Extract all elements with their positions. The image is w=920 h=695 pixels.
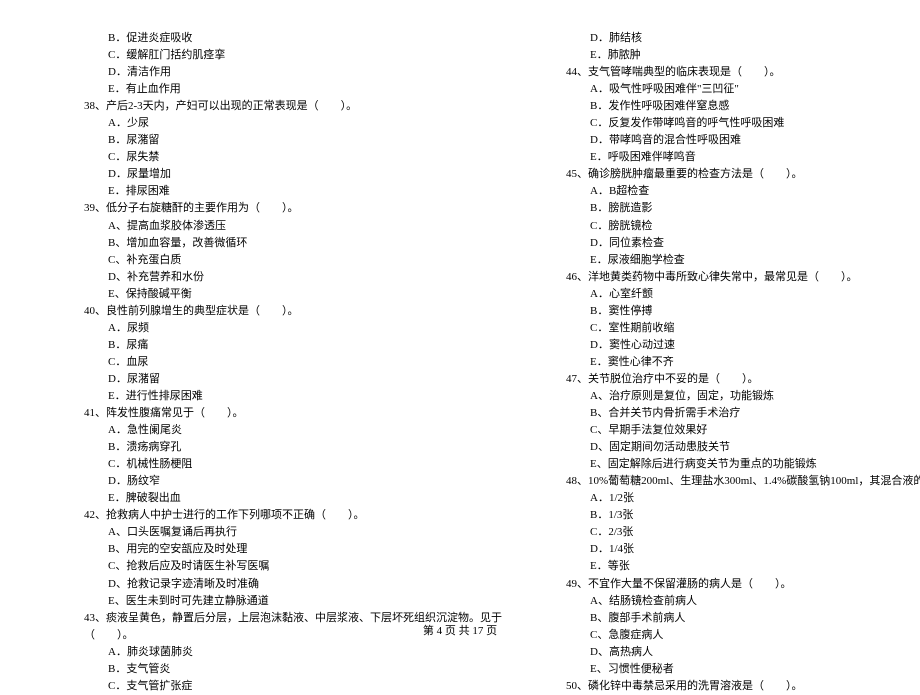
option: E．呼吸困难伴哮鸣音 — [542, 149, 920, 166]
option: E、习惯性便秘者 — [542, 661, 920, 678]
option: B．膀胱造影 — [542, 200, 920, 217]
question-50: 50、磷化锌中毒禁忌采用的洗胃溶液是（ ）。 — [542, 678, 920, 695]
option: C、抢救后应及时请医生补写医嘱 — [60, 558, 502, 575]
option: D．1/4张 — [542, 541, 920, 558]
option: A、口头医嘱复诵后再执行 — [60, 524, 502, 541]
option: B．1/3张 — [542, 507, 920, 524]
option: B．尿潴留 — [60, 132, 502, 149]
option: B．溃疡病穿孔 — [60, 439, 502, 456]
question-46: 46、洋地黄类药物中毒所致心律失常中，最常见是（ ）。 — [542, 269, 920, 286]
option: D．带哮鸣音的混合性呼吸困难 — [542, 132, 920, 149]
option: A．心室纤颤 — [542, 286, 920, 303]
option: D、抢救记录字迹清晰及时准确 — [60, 576, 502, 593]
option: C．支气管扩张症 — [60, 678, 502, 695]
option: C．室性期前收缩 — [542, 320, 920, 337]
option: C．2/3张 — [542, 524, 920, 541]
option: C．尿失禁 — [60, 149, 502, 166]
option: A．B超检查 — [542, 183, 920, 200]
left-column: B．促进炎症吸收 C．缓解肛门括约肌痉挛 D．清洁作用 E．有止血作用 38、产… — [60, 30, 532, 695]
question-45: 45、确诊膀胱肿瘤最重要的检查方法是（ ）。 — [542, 166, 920, 183]
option: C．缓解肛门括约肌痉挛 — [60, 47, 502, 64]
option: B．窦性停搏 — [542, 303, 920, 320]
option: D．肠纹窄 — [60, 473, 502, 490]
option: C、早期手法复位效果好 — [542, 422, 920, 439]
question-40: 40、良性前列腺增生的典型症状是（ ）。 — [60, 303, 502, 320]
question-48: 48、10%葡萄糖200ml、生理盐水300ml、1.4%碳酸氢钠100ml，其… — [542, 473, 920, 490]
question-44: 44、支气管哮喘典型的临床表现是（ ）。 — [542, 64, 920, 81]
option: D．窦性心动过速 — [542, 337, 920, 354]
option: B、增加血容量，改善微循环 — [60, 235, 502, 252]
right-column: D．肺结核 E．肺脓肿 44、支气管哮喘典型的临床表现是（ ）。 A．吸气性呼吸… — [532, 30, 920, 695]
question-41: 41、阵发性腹痛常见于（ ）。 — [60, 405, 502, 422]
option: E．排尿困难 — [60, 183, 502, 200]
option: C．膀胱镜检 — [542, 218, 920, 235]
option: E、固定解除后进行病变关节为重点的功能锻炼 — [542, 456, 920, 473]
option: E．尿液细胞学检查 — [542, 252, 920, 269]
option: E．窦性心律不齐 — [542, 354, 920, 371]
option: E、医生未到时可先建立静脉通道 — [60, 593, 502, 610]
option: D．同位素检查 — [542, 235, 920, 252]
question-47: 47、关节脱位治疗中不妥的是（ ）。 — [542, 371, 920, 388]
option: E．进行性排尿困难 — [60, 388, 502, 405]
option: B．发作性呼吸困难伴窒息感 — [542, 98, 920, 115]
option: D．尿潴留 — [60, 371, 502, 388]
option: B、用完的空安瓿应及时处理 — [60, 541, 502, 558]
option: A．急性阑尾炎 — [60, 422, 502, 439]
page-content: B．促进炎症吸收 C．缓解肛门括约肌痉挛 D．清洁作用 E．有止血作用 38、产… — [0, 0, 920, 695]
option: B．促进炎症吸收 — [60, 30, 502, 47]
option: B．尿痛 — [60, 337, 502, 354]
option: D．尿量增加 — [60, 166, 502, 183]
option: E．有止血作用 — [60, 81, 502, 98]
option: A、治疗原则是复位，固定，功能锻炼 — [542, 388, 920, 405]
page-footer: 第 4 页 共 17 页 — [0, 622, 920, 638]
option: A．尿频 — [60, 320, 502, 337]
option: A、结肠镜检查前病人 — [542, 593, 920, 610]
option: A．肺炎球菌肺炎 — [60, 644, 502, 661]
option: E．脾破裂出血 — [60, 490, 502, 507]
question-42: 42、抢救病人中护士进行的工作下列哪项不正确（ ）。 — [60, 507, 502, 524]
question-49: 49、不宜作大量不保留灌肠的病人是（ ）。 — [542, 576, 920, 593]
option: E．肺脓肿 — [542, 47, 920, 64]
option: C、补充蛋白质 — [60, 252, 502, 269]
option: D．清洁作用 — [60, 64, 502, 81]
question-38: 38、产后2-3天内，产妇可以出现的正常表现是（ ）。 — [60, 98, 502, 115]
option: B、合并关节内骨折需手术治疗 — [542, 405, 920, 422]
option: D、高热病人 — [542, 644, 920, 661]
option: A、提高血浆胶体渗透压 — [60, 218, 502, 235]
option: C．反复发作带哮鸣音的呼气性呼吸困难 — [542, 115, 920, 132]
option: A．1/2张 — [542, 490, 920, 507]
option: C．血尿 — [60, 354, 502, 371]
option: A．吸气性呼吸困难伴"三凹征" — [542, 81, 920, 98]
option: D、补充营养和水份 — [60, 269, 502, 286]
option: B．支气管炎 — [60, 661, 502, 678]
question-39: 39、低分子右旋糖酐的主要作用为（ ）。 — [60, 200, 502, 217]
option: E．等张 — [542, 558, 920, 575]
option: D、固定期间勿活动患肢关节 — [542, 439, 920, 456]
option: D．肺结核 — [542, 30, 920, 47]
option: A．少尿 — [60, 115, 502, 132]
option: E、保持酸碱平衡 — [60, 286, 502, 303]
option: C．机械性肠梗阻 — [60, 456, 502, 473]
